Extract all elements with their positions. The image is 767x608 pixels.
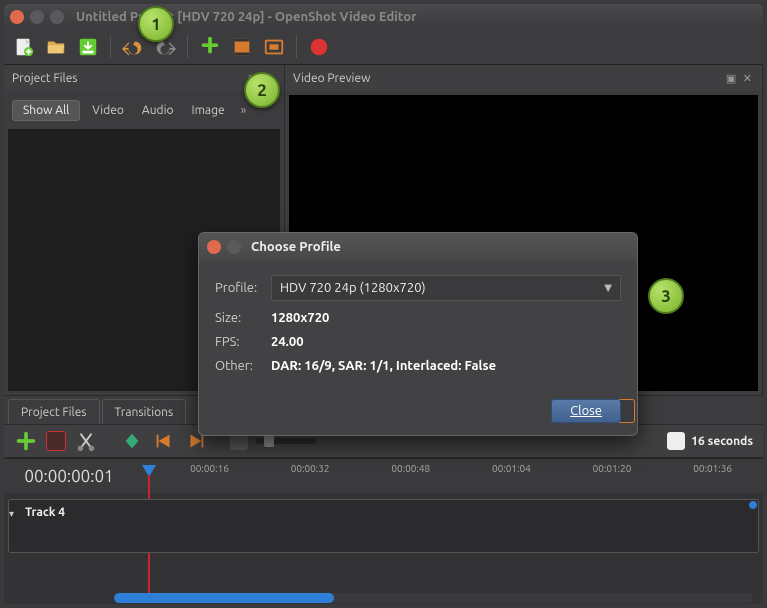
toolbar-separator [296,36,297,58]
playhead[interactable] [142,465,156,477]
zoom-slider[interactable] [256,438,316,444]
new-project-icon[interactable] [12,35,36,59]
window-maximize-icon[interactable] [50,10,64,24]
project-files-header: Project Files ▣ ✕ [4,65,284,91]
profile-label: Profile: [215,281,271,295]
filter-bar: Show All Video Audio Image » [4,91,284,125]
ruler-tick: 00:00:32 [291,463,330,474]
dialog-minimize-icon[interactable] [227,240,241,254]
ruler-tick: 00:01:20 [593,463,632,474]
dialog-body: Profile: HDV 720 24p (1280x720) ▼ Size: … [199,261,637,435]
filter-more-icon[interactable]: » [237,104,251,117]
panel-controls-icon[interactable]: ▣ ✕ [726,72,754,85]
track-label: Track 4 [25,506,65,519]
annotation-1: 1 [138,6,174,42]
ruler-tick: 00:00:48 [391,463,430,474]
timecode-display: 00:00:00:01 [4,459,134,493]
size-label: Size: [215,311,271,325]
window-minimize-icon[interactable] [30,10,44,24]
filter-image[interactable]: Image [186,101,231,120]
video-preview-header: Video Preview ▣ ✕ [285,65,762,91]
ruler-tick: 00:01:36 [693,463,732,474]
main-toolbar [4,30,763,65]
ruler-tick: 00:00:16 [190,463,229,474]
export-icon[interactable] [307,35,331,59]
marker-icon[interactable] [120,429,144,453]
razor-icon[interactable] [74,429,98,453]
save-project-icon[interactable] [76,35,100,59]
dialog-title: Choose Profile [251,240,341,254]
project-files-title: Project Files [12,72,78,85]
other-value: DAR: 16/9, SAR: 1/1, Interlaced: False [271,359,496,373]
ruler-ticks: 00:00:16 00:00:32 00:00:48 00:01:04 00:0… [134,459,763,493]
fps-value: 24.00 [271,335,304,349]
timeline-end-marker [749,501,757,509]
fps-label: FPS: [215,335,271,349]
ruler-tick: 00:01:04 [492,463,531,474]
profile-select-value: HDV 720 24p (1280x720) [280,281,426,295]
toolbar-separator [187,36,188,58]
duration-icon [667,432,685,450]
chevron-down-icon: ▼ [604,282,612,294]
filter-audio[interactable]: Audio [136,101,180,120]
dialog-titlebar: Choose Profile [199,233,637,261]
timeline-duration: 16 seconds [691,435,753,448]
track[interactable]: ▾ Track 4 [8,499,759,553]
timeline: 00:00:00:01 00:00:16 00:00:32 00:00:48 0… [4,458,763,604]
open-project-icon[interactable] [44,35,68,59]
size-value: 1280x720 [271,311,329,325]
other-label: Other: [215,359,271,373]
annotation-3: 3 [648,278,684,314]
profile-icon[interactable] [230,35,254,59]
tab-transitions[interactable]: Transitions [102,399,187,424]
annotation-2: 2 [244,72,280,108]
dialog-close-icon[interactable] [207,240,221,254]
filter-show-all[interactable]: Show All [12,100,80,121]
import-files-icon[interactable] [198,35,222,59]
fullscreen-icon[interactable] [262,35,286,59]
video-preview-title: Video Preview [293,72,370,85]
undo-icon[interactable] [121,35,145,59]
tab-project-files[interactable]: Project Files [8,399,100,424]
timeline-scrollbar[interactable] [114,593,753,603]
titlebar: Untitled Project [HDV 720 24p] - OpenSho… [4,4,763,30]
add-track-icon[interactable] [14,429,38,453]
timeline-ruler[interactable]: 00:00:00:01 00:00:16 00:00:32 00:00:48 0… [4,459,763,493]
window-close-icon[interactable] [10,10,24,24]
close-button[interactable]: Close [551,399,621,423]
window-title: Untitled Project [HDV 720 24p] - OpenSho… [76,10,416,24]
prev-marker-icon[interactable] [152,429,176,453]
toolbar-separator [110,36,111,58]
scrollbar-thumb[interactable] [114,593,334,603]
choose-profile-dialog: Choose Profile Profile: HDV 720 24p (128… [198,232,638,436]
profile-select[interactable]: HDV 720 24p (1280x720) ▼ [271,275,621,301]
track-expand-icon[interactable]: ▾ [9,508,14,520]
snap-icon[interactable] [46,431,66,451]
filter-video[interactable]: Video [86,101,130,120]
